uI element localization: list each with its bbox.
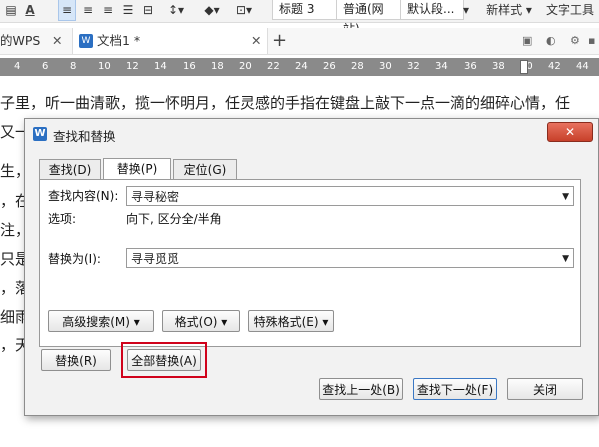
replace-all-button[interactable]: 全部替换(A) (127, 349, 201, 371)
replace-label: 替换为(I): (48, 252, 101, 266)
find-replace-dialog: W 查找和替换 ✕ 查找(D) 替换(P) 定位(G) 查找内容(N): 寻寻秘… (24, 118, 599, 416)
find-label: 查找内容(N): (48, 189, 119, 203)
options-value: 向下, 区分全/半角 (126, 212, 222, 226)
ruler-tick-label: 20 (239, 61, 252, 72)
align-right-icon[interactable]: ≡ (100, 0, 116, 20)
align-left-icon[interactable]: ≡ (58, 0, 76, 21)
distribute-icon[interactable]: ⊟ (140, 0, 156, 20)
ruler-tick-label: 38 (492, 61, 505, 72)
replace-input-value: 寻寻觅觅 (131, 252, 180, 266)
ruler-tick-label: 14 (154, 61, 167, 72)
find-next-button[interactable]: 查找下一处(F) (413, 378, 497, 400)
document-tab-bar: 的WPS ✕ W 文档1 * ✕ + ▣ ◐ ⚙ ▪ (0, 28, 599, 55)
chevron-down-icon: ▾ (133, 315, 140, 329)
settings-icon[interactable]: ⚙ (570, 28, 584, 54)
find-input-value: 寻寻秘密 (131, 190, 180, 204)
close-icon[interactable]: ✕ (547, 122, 593, 142)
special-format-button[interactable]: 特殊格式(E) ▾ (248, 310, 334, 332)
tab-document1[interactable]: W 文档1 * ✕ (72, 28, 268, 54)
ruler-tick-label: 10 (98, 61, 111, 72)
format-button[interactable]: 格式(O) ▾ (162, 310, 240, 332)
advanced-search-button[interactable]: 高级搜索(M) ▾ (48, 310, 154, 332)
ruler-tick-label: 28 (351, 61, 364, 72)
ruler-tick-label: 32 (407, 61, 420, 72)
ruler-tick-label: 36 (464, 61, 477, 72)
tab-wps[interactable]: 的WPS ✕ (0, 28, 70, 54)
special-format-label: 特殊格式(E) (253, 315, 319, 329)
ruler-tick-label: 16 (183, 61, 196, 72)
find-input[interactable]: 寻寻秘密 ▼ (126, 186, 574, 206)
format-icon[interactable]: ▤ (4, 0, 18, 20)
replace-input[interactable]: 寻寻觅觅 ▼ (126, 248, 574, 268)
chevron-down-icon[interactable]: ▼ (562, 187, 569, 207)
ruler-tick-label: 6 (42, 61, 49, 72)
ruler-tick-label: 30 (379, 61, 392, 72)
line-spacing-icon[interactable]: ↕▾ (164, 0, 188, 20)
ruler-tick-label: 44 (576, 61, 589, 72)
indent-marker-icon[interactable] (520, 60, 528, 74)
advanced-search-label: 高级搜索(M) (62, 315, 130, 329)
document-line: 子里，听一曲清歌，揽一怀明月，任灵感的手指在键盘上敲下一点一滴的细碎心情，任 (0, 94, 571, 112)
text-tools-tab[interactable]: 文字工具 (546, 0, 599, 20)
wps-writer-icon: W (79, 34, 93, 48)
tab-document1-label: 文档1 * (97, 33, 141, 48)
ruler-tick-label: 22 (267, 61, 280, 72)
ruler-tick-label: 4 (14, 61, 21, 72)
shading-icon[interactable]: ◆▾ (198, 0, 226, 20)
dialog-title: 查找和替换 (53, 129, 116, 144)
chevron-down-icon[interactable]: ▼ (562, 249, 569, 269)
style-normal-web[interactable]: 普通(网站) (336, 0, 406, 36)
replace-button[interactable]: 替换(R) (41, 349, 111, 371)
ruler-tick-label: 12 (126, 61, 139, 72)
wps-logo-icon: W (33, 127, 47, 141)
align-center-icon[interactable]: ≡ (80, 0, 96, 20)
more-icon[interactable]: ▪ (588, 28, 598, 54)
font-color-icon[interactable]: A (22, 0, 38, 20)
style-heading3[interactable]: 标题 3 (272, 0, 342, 20)
find-previous-button[interactable]: 查找上一处(B) (319, 378, 403, 400)
horizontal-ruler[interactable]: 468101214161820222426283032343638404244 (0, 58, 599, 76)
style-default[interactable]: 默认段... (400, 0, 464, 20)
chevron-down-icon: ▾ (221, 315, 228, 329)
styles-more-icon[interactable]: ▾ (460, 0, 472, 20)
ruler-tick-label: 24 (295, 61, 308, 72)
format-label: 格式(O) (174, 315, 218, 329)
replace-panel: 查找内容(N): 寻寻秘密 ▼ 选项: 向下, 区分全/半角 替换为(I): 寻… (39, 179, 581, 347)
tab-goto[interactable]: 定位(G) (173, 159, 237, 179)
close-button[interactable]: 关闭 (507, 378, 583, 400)
ruler-tick-label: 34 (435, 61, 448, 72)
share-icon[interactable]: ◐ (546, 28, 560, 54)
dialog-title-bar[interactable]: W 查找和替换 ✕ (25, 119, 598, 149)
tab-wps-label: 的WPS (0, 33, 41, 48)
new-style-label: 新样式 (486, 3, 523, 17)
new-style-button[interactable]: 新样式 ▾ (482, 0, 536, 20)
border-icon[interactable]: ⊡▾ (232, 0, 256, 20)
save-cloud-icon[interactable]: ▣ (522, 28, 536, 54)
close-icon[interactable]: ✕ (251, 28, 261, 54)
ruler-tick-label: 18 (211, 61, 224, 72)
ruler-tick-label: 42 (548, 61, 561, 72)
close-icon[interactable]: ✕ (52, 28, 62, 54)
options-label: 选项: (48, 212, 77, 226)
ribbon-toolbar: ▤ A ≡ ≡ ≡ ☰ ⊟ ↕▾ ◆▾ ⊡▾ 标题 3 普通(网站) 默认段..… (0, 0, 599, 36)
chevron-down-icon: ▾ (322, 315, 329, 329)
tab-replace[interactable]: 替换(P) (103, 158, 171, 180)
justify-icon[interactable]: ☰ (120, 0, 136, 20)
new-tab-icon[interactable]: + (272, 28, 290, 54)
ruler-tick-label: 8 (70, 61, 77, 72)
tab-find[interactable]: 查找(D) (39, 159, 101, 179)
ruler-tick-label: 26 (323, 61, 336, 72)
